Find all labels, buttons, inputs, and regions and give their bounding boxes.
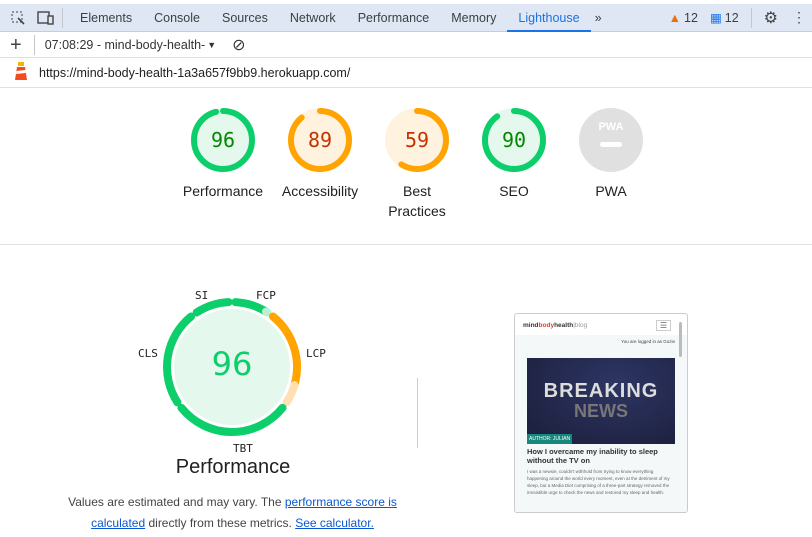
gauge-pwa[interactable]: PWA PWA <box>566 108 656 201</box>
lighthouse-toolbar: + 07:08:29 - mind-body-health- ▼ ⊘ <box>0 32 812 58</box>
gauge-accessibility[interactable]: 89 Accessibility <box>275 108 365 201</box>
post-title: How I overcame my inability to sleep wit… <box>527 447 658 465</box>
gauge-label: SEO <box>499 183 529 199</box>
devtools-tabbar: Elements Console Sources Network Perform… <box>0 4 812 32</box>
clear-all-icon[interactable]: ⊘ <box>232 35 245 55</box>
section-divider <box>0 244 812 245</box>
metric-arc-remainder-fcp <box>261 307 272 317</box>
note-text: Values are estimated and may vary. The <box>68 495 285 509</box>
divider <box>33 34 35 55</box>
tab-network[interactable]: Network <box>279 4 347 32</box>
inspect-element-icon[interactable] <box>8 8 28 28</box>
author-tag: AUTHOR: JULIAN <box>527 434 573 444</box>
tab-performance[interactable]: Performance <box>347 4 441 32</box>
warnings-badge[interactable]: ▲ 12 <box>669 11 698 25</box>
gauge-score: 90 <box>501 128 527 152</box>
warning-icon: ▲ <box>668 10 682 25</box>
pwa-badge-icon: PWA <box>579 108 643 172</box>
see-calculator-link[interactable]: See calculator. <box>295 516 374 530</box>
performance-big-score: 96 <box>211 345 253 383</box>
tab-console[interactable]: Console <box>143 4 211 32</box>
gauge-score: 89 <box>307 128 333 152</box>
report-select-value: 07:08:29 - mind-body-health- <box>44 37 206 52</box>
gauge-performance[interactable]: 96 Performance <box>178 108 268 201</box>
device-toolbar-icon[interactable] <box>36 8 56 28</box>
gauge-label: Best Practices <box>388 183 446 219</box>
tab-lighthouse[interactable]: Lighthouse <box>507 4 591 32</box>
message-icon: ▦ <box>709 11 722 25</box>
breaking-news-image: BREAKING NEWS AUTHOR: JULIAN <box>527 358 675 444</box>
tab-memory[interactable]: Memory <box>440 4 507 32</box>
lighthouse-logo-icon <box>13 61 29 84</box>
report-url[interactable]: https://mind-body-health-1a3a657f9bb9.he… <box>39 66 350 80</box>
divider <box>62 7 63 28</box>
note-text: directly from these metrics. <box>145 516 296 530</box>
post-excerpt: I was a newsie, couldn't withhold from t… <box>527 469 670 495</box>
logged-in-text: You are logged in as Gozie <box>621 339 675 344</box>
tab-sources[interactable]: Sources <box>211 4 279 32</box>
hamburger-menu-icon: ☰ <box>655 320 671 331</box>
metric-label-lcp: LCP <box>306 347 326 360</box>
gauge-score: 59 <box>404 128 430 152</box>
gauge-score: 96 <box>210 128 236 152</box>
performance-note: Values are estimated and may vary. The p… <box>60 492 405 534</box>
vertical-divider <box>417 378 418 448</box>
final-screenshot[interactable]: mindbodyhealth|blog ☰ You are logged in … <box>514 313 688 513</box>
metric-label-fcp: FCP <box>256 289 276 302</box>
metric-arc-remainder-lcp <box>282 381 299 407</box>
gauge-label: PWA <box>595 183 627 199</box>
gauge-best-practices[interactable]: 59 Best Practices <box>372 108 462 221</box>
scrollbar[interactable] <box>679 322 682 357</box>
metric-label-si: SI <box>195 289 209 302</box>
report-url-bar: https://mind-body-health-1a3a657f9bb9.he… <box>0 58 812 88</box>
more-tabs-icon[interactable]: » <box>591 4 606 32</box>
report-select[interactable]: 07:08:29 - mind-body-health- ▼ <box>45 38 216 52</box>
performance-title: Performance <box>175 456 291 478</box>
settings-gear-icon[interactable]: ⚙ <box>764 8 778 28</box>
metric-label-tbt: TBT <box>233 442 253 455</box>
more-options-icon[interactable]: ⋮ <box>792 9 806 26</box>
site-brand: mindbodyhealth|blog <box>523 322 588 329</box>
messages-badge[interactable]: ▦ 12 <box>709 10 739 26</box>
divider <box>750 7 752 28</box>
gauge-label: Accessibility <box>281 183 359 199</box>
dropdown-arrow-icon: ▼ <box>207 39 217 50</box>
gauge-seo[interactable]: 90 SEO <box>469 108 559 201</box>
messages-count: 12 <box>724 10 739 25</box>
warnings-count: 12 <box>684 10 698 25</box>
tab-elements[interactable]: Elements <box>69 4 143 32</box>
new-report-plus-icon[interactable]: + <box>10 35 22 55</box>
metric-label-cls: CLS <box>138 347 158 360</box>
gauge-label: Performance <box>182 183 264 199</box>
